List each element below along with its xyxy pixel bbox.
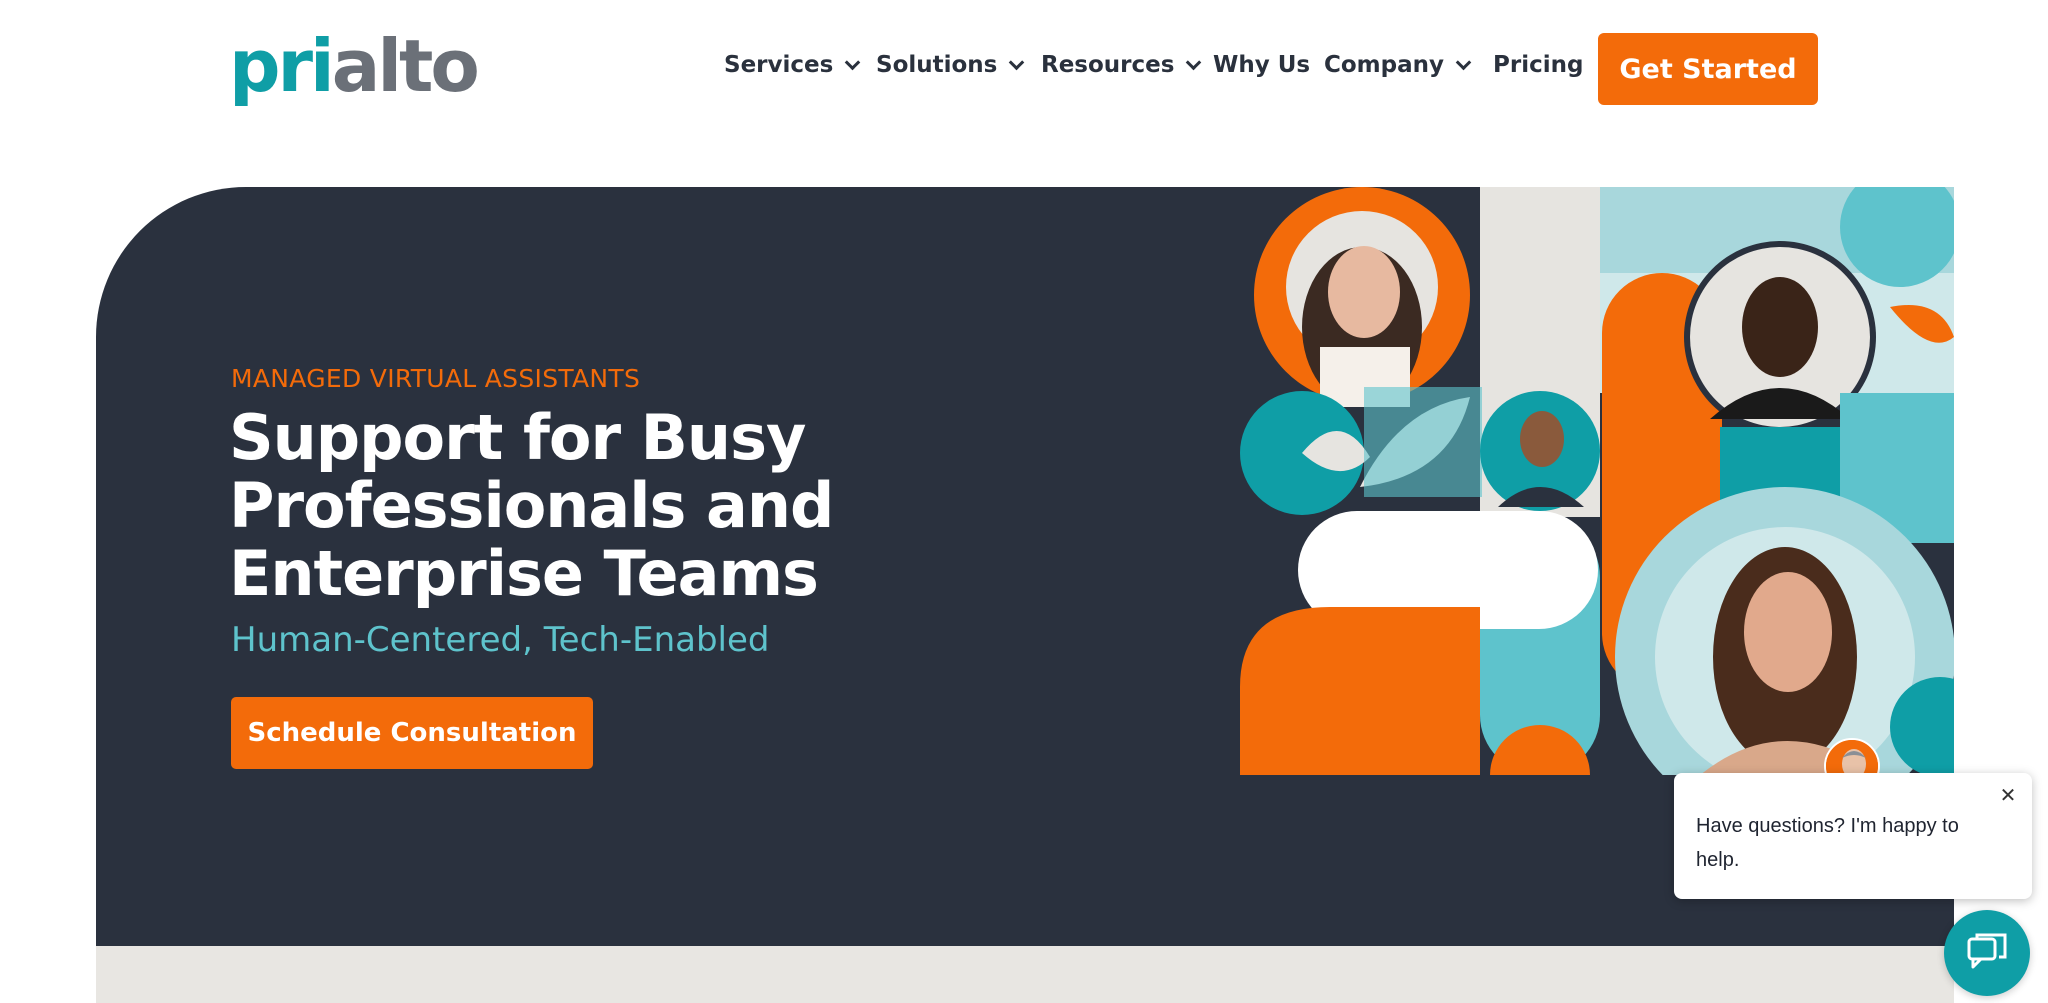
headline-line-2: Professionals and xyxy=(229,469,834,542)
logo-text-alto: alto xyxy=(331,24,480,108)
chevron-down-icon xyxy=(845,54,861,70)
chat-launcher-button[interactable] xyxy=(1944,910,2030,996)
get-started-button[interactable]: Get Started xyxy=(1598,33,1818,105)
chevron-down-icon xyxy=(1186,54,1202,70)
nav-why-us-label: Why Us xyxy=(1213,52,1311,78)
nav-pricing[interactable]: Pricing xyxy=(1493,52,1583,78)
nav-company[interactable]: Company xyxy=(1324,52,1472,78)
nav-solutions-label: Solutions xyxy=(876,52,998,78)
headline-line-3: Enterprise Teams xyxy=(229,537,819,610)
nav-services[interactable]: Services xyxy=(724,52,861,78)
chat-message: Have questions? I'm happy to help. xyxy=(1696,815,1959,871)
prialto-logo[interactable]: prialto xyxy=(229,30,480,102)
nav-resources-label: Resources xyxy=(1041,52,1175,78)
chat-popup[interactable]: ✕ Have questions? I'm happy to help. xyxy=(1674,773,2032,899)
headline-line-1: Support for Busy xyxy=(229,401,806,474)
hero-collage-image xyxy=(1240,187,1954,775)
hero-subhead: Human-Centered, Tech-Enabled xyxy=(231,620,770,660)
close-icon[interactable]: ✕ xyxy=(1996,783,2020,807)
chevron-down-icon xyxy=(1455,54,1472,70)
nav-pricing-label: Pricing xyxy=(1493,52,1584,78)
nav-solutions[interactable]: Solutions xyxy=(876,52,1025,78)
nav-services-label: Services xyxy=(724,52,834,78)
hero-eyebrow: MANAGED VIRTUAL ASSISTANTS xyxy=(231,364,641,393)
nav-why-us[interactable]: Why Us xyxy=(1213,52,1310,78)
chat-icon xyxy=(1967,933,2007,969)
nav-resources[interactable]: Resources xyxy=(1041,52,1202,78)
hero-headline: Support for Busy Professionals and Enter… xyxy=(229,404,849,608)
collage-graphic xyxy=(1240,187,1954,775)
nav-company-label: Company xyxy=(1324,52,1444,78)
site-header: prialto Services Solutions Resources Why… xyxy=(0,0,2048,140)
logo-text-pri: pri xyxy=(229,24,335,108)
chevron-down-icon xyxy=(1009,54,1025,70)
schedule-consultation-button[interactable]: Schedule Consultation xyxy=(231,697,593,769)
next-section-band xyxy=(96,946,1954,1003)
